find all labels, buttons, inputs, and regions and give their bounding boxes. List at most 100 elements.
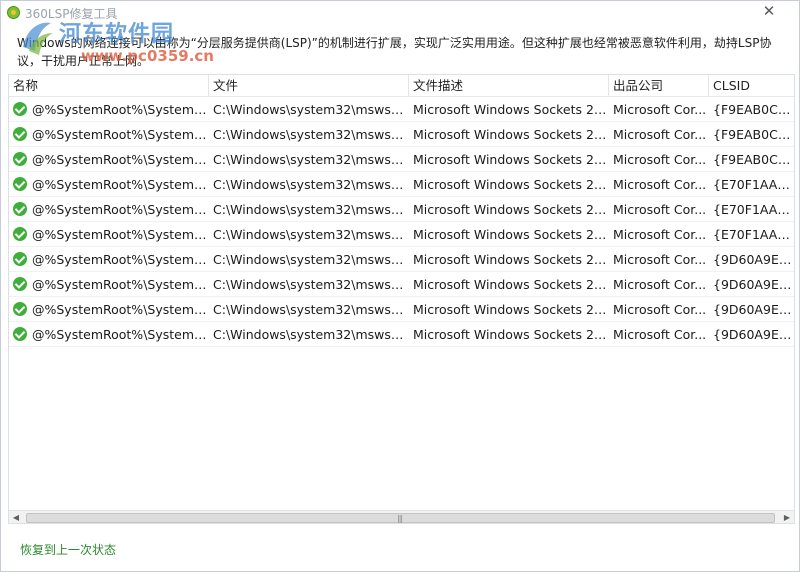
table-row[interactable]: @%SystemRoot%\System32... C:\Windows\sys… — [9, 322, 794, 347]
scrollbar-grip-icon: ||| — [397, 514, 403, 523]
cell-description: Microsoft Windows Sockets 2.0... — [413, 227, 609, 242]
cell-clsid: {F9EAB0C0-2... — [713, 152, 794, 167]
horizontal-scrollbar[interactable]: ◀ ||| ▶ — [9, 510, 794, 523]
cell-file: C:\Windows\system32\mswsock... — [213, 177, 409, 192]
check-icon — [13, 127, 27, 141]
cell-company: Microsoft Cor... — [613, 152, 707, 167]
scrollbar-thumb[interactable]: ||| — [26, 513, 775, 523]
cell-file: C:\Windows\system32\mswsock... — [213, 152, 409, 167]
restore-previous-state-link[interactable]: 恢复到上一次状态 — [20, 541, 116, 558]
check-icon — [13, 227, 27, 241]
cell-name-text: @%SystemRoot%\System32... — [32, 251, 209, 267]
cell-file: C:\Windows\system32\mswsock... — [213, 227, 409, 242]
cell-file: C:\Windows\system32\mswsock... — [213, 277, 409, 292]
cell-clsid: {E70F1AA0-A... — [713, 177, 794, 192]
cell-clsid: {9D60A9E0-3... — [713, 302, 794, 317]
cell-file: C:\Windows\system32\mswsock... — [213, 127, 409, 142]
cell-clsid: {9D60A9E0-3... — [713, 277, 794, 292]
cell-company: Microsoft Cor... — [613, 127, 707, 142]
cell-clsid: {E70F1AA0-A... — [713, 202, 794, 217]
app-logo-icon — [7, 6, 20, 19]
cell-name: @%SystemRoot%\System32... — [9, 97, 209, 121]
cell-name: @%SystemRoot%\System32... — [9, 122, 209, 146]
column-header-name[interactable]: 名称 — [9, 75, 209, 96]
table-body: @%SystemRoot%\System32... C:\Windows\sys… — [9, 97, 794, 347]
cell-file: C:\Windows\system32\mswsock... — [213, 252, 409, 267]
cell-name: @%SystemRoot%\System32... — [9, 197, 209, 221]
check-icon — [13, 102, 27, 116]
cell-file: C:\Windows\system32\mswsock... — [213, 102, 409, 117]
cell-name-text: @%SystemRoot%\System32... — [32, 276, 209, 292]
scroll-right-icon[interactable]: ▶ — [780, 511, 794, 523]
close-button[interactable]: ✕ — [759, 2, 779, 20]
cell-name: @%SystemRoot%\System32... — [9, 247, 209, 271]
check-icon — [13, 202, 27, 216]
lsp-repair-window: 360LSP修复工具 ✕ Windows的网络连接可以由称为“分层服务提供商(L… — [0, 0, 800, 572]
cell-name-text: @%SystemRoot%\System32... — [32, 176, 209, 192]
cell-company: Microsoft Cor... — [613, 102, 707, 117]
cell-company: Microsoft Cor... — [613, 252, 707, 267]
cell-clsid: {F9EAB0C0-2... — [713, 127, 794, 142]
cell-file: C:\Windows\system32\mswsock... — [213, 302, 409, 317]
lsp-description: Windows的网络连接可以由称为“分层服务提供商(LSP)”的机制进行扩展，实… — [17, 36, 772, 68]
cell-name-text: @%SystemRoot%\System32... — [32, 301, 209, 317]
lsp-table: 名称 文件 文件描述 出品公司 CLSID @%SystemRoot%\Syst… — [8, 74, 795, 524]
table-row[interactable]: @%SystemRoot%\System32... C:\Windows\sys… — [9, 272, 794, 297]
cell-name: @%SystemRoot%\System32... — [9, 297, 209, 321]
cell-name-text: @%SystemRoot%\System32... — [32, 126, 209, 142]
column-header-clsid[interactable]: CLSID — [709, 75, 794, 96]
cell-description: Microsoft Windows Sockets 2.0... — [413, 302, 609, 317]
cell-company: Microsoft Cor... — [613, 327, 707, 342]
table-row[interactable]: @%SystemRoot%\System32... C:\Windows\sys… — [9, 222, 794, 247]
table-row[interactable]: @%SystemRoot%\System32... C:\Windows\sys… — [9, 197, 794, 222]
cell-clsid: {9D60A9E0-3... — [713, 252, 794, 267]
table-row[interactable]: @%SystemRoot%\System32... C:\Windows\sys… — [9, 297, 794, 322]
cell-name-text: @%SystemRoot%\System32... — [32, 101, 209, 117]
cell-description: Microsoft Windows Sockets 2.0... — [413, 327, 609, 342]
cell-description: Microsoft Windows Sockets 2.0... — [413, 277, 609, 292]
cell-description: Microsoft Windows Sockets 2.0... — [413, 252, 609, 267]
cell-description: Microsoft Windows Sockets 2.0... — [413, 152, 609, 167]
table-row[interactable]: @%SystemRoot%\System32... C:\Windows\sys… — [9, 147, 794, 172]
cell-company: Microsoft Cor... — [613, 177, 707, 192]
scroll-left-icon[interactable]: ◀ — [9, 511, 23, 523]
check-icon — [13, 252, 27, 266]
check-icon — [13, 277, 27, 291]
cell-clsid: {E70F1AA0-A... — [713, 227, 794, 242]
cell-description: Microsoft Windows Sockets 2.0... — [413, 127, 609, 142]
check-icon — [13, 152, 27, 166]
cell-file: C:\Windows\system32\mswsock... — [213, 202, 409, 217]
cell-clsid: {9D60A9E0-3... — [713, 327, 794, 342]
cell-description: Microsoft Windows Sockets 2.0... — [413, 177, 609, 192]
cell-name-text: @%SystemRoot%\System32... — [32, 326, 209, 342]
table-row[interactable]: @%SystemRoot%\System32... C:\Windows\sys… — [9, 122, 794, 147]
column-header-description[interactable]: 文件描述 — [409, 75, 609, 96]
cell-company: Microsoft Cor... — [613, 302, 707, 317]
cell-clsid: {F9EAB0C0-2... — [713, 102, 794, 117]
window-title: 360LSP修复工具 — [25, 7, 118, 21]
check-icon — [13, 327, 27, 341]
cell-description: Microsoft Windows Sockets 2.0... — [413, 202, 609, 217]
cell-name: @%SystemRoot%\System32... — [9, 172, 209, 196]
table-row[interactable]: @%SystemRoot%\System32... C:\Windows\sys… — [9, 97, 794, 122]
cell-name: @%SystemRoot%\System32... — [9, 322, 209, 346]
check-icon — [13, 177, 27, 191]
cell-company: Microsoft Cor... — [613, 202, 707, 217]
cell-name-text: @%SystemRoot%\System32... — [32, 201, 209, 217]
cell-name: @%SystemRoot%\System32... — [9, 222, 209, 246]
table-header: 名称 文件 文件描述 出品公司 CLSID — [9, 75, 794, 97]
cell-description: Microsoft Windows Sockets 2.0... — [413, 102, 609, 117]
cell-name: @%SystemRoot%\System32... — [9, 147, 209, 171]
column-header-file[interactable]: 文件 — [209, 75, 409, 96]
cell-company: Microsoft Cor... — [613, 277, 707, 292]
cell-name-text: @%SystemRoot%\System32... — [32, 151, 209, 167]
cell-name: @%SystemRoot%\System32... — [9, 272, 209, 296]
table-row[interactable]: @%SystemRoot%\System32... C:\Windows\sys… — [9, 247, 794, 272]
cell-company: Microsoft Cor... — [613, 227, 707, 242]
check-icon — [13, 302, 27, 316]
column-header-company[interactable]: 出品公司 — [609, 75, 709, 96]
title-bar[interactable]: 360LSP修复工具 ✕ — [1, 1, 799, 23]
cell-name-text: @%SystemRoot%\System32... — [32, 226, 209, 242]
table-row[interactable]: @%SystemRoot%\System32... C:\Windows\sys… — [9, 172, 794, 197]
cell-file: C:\Windows\system32\mswsock... — [213, 327, 409, 342]
